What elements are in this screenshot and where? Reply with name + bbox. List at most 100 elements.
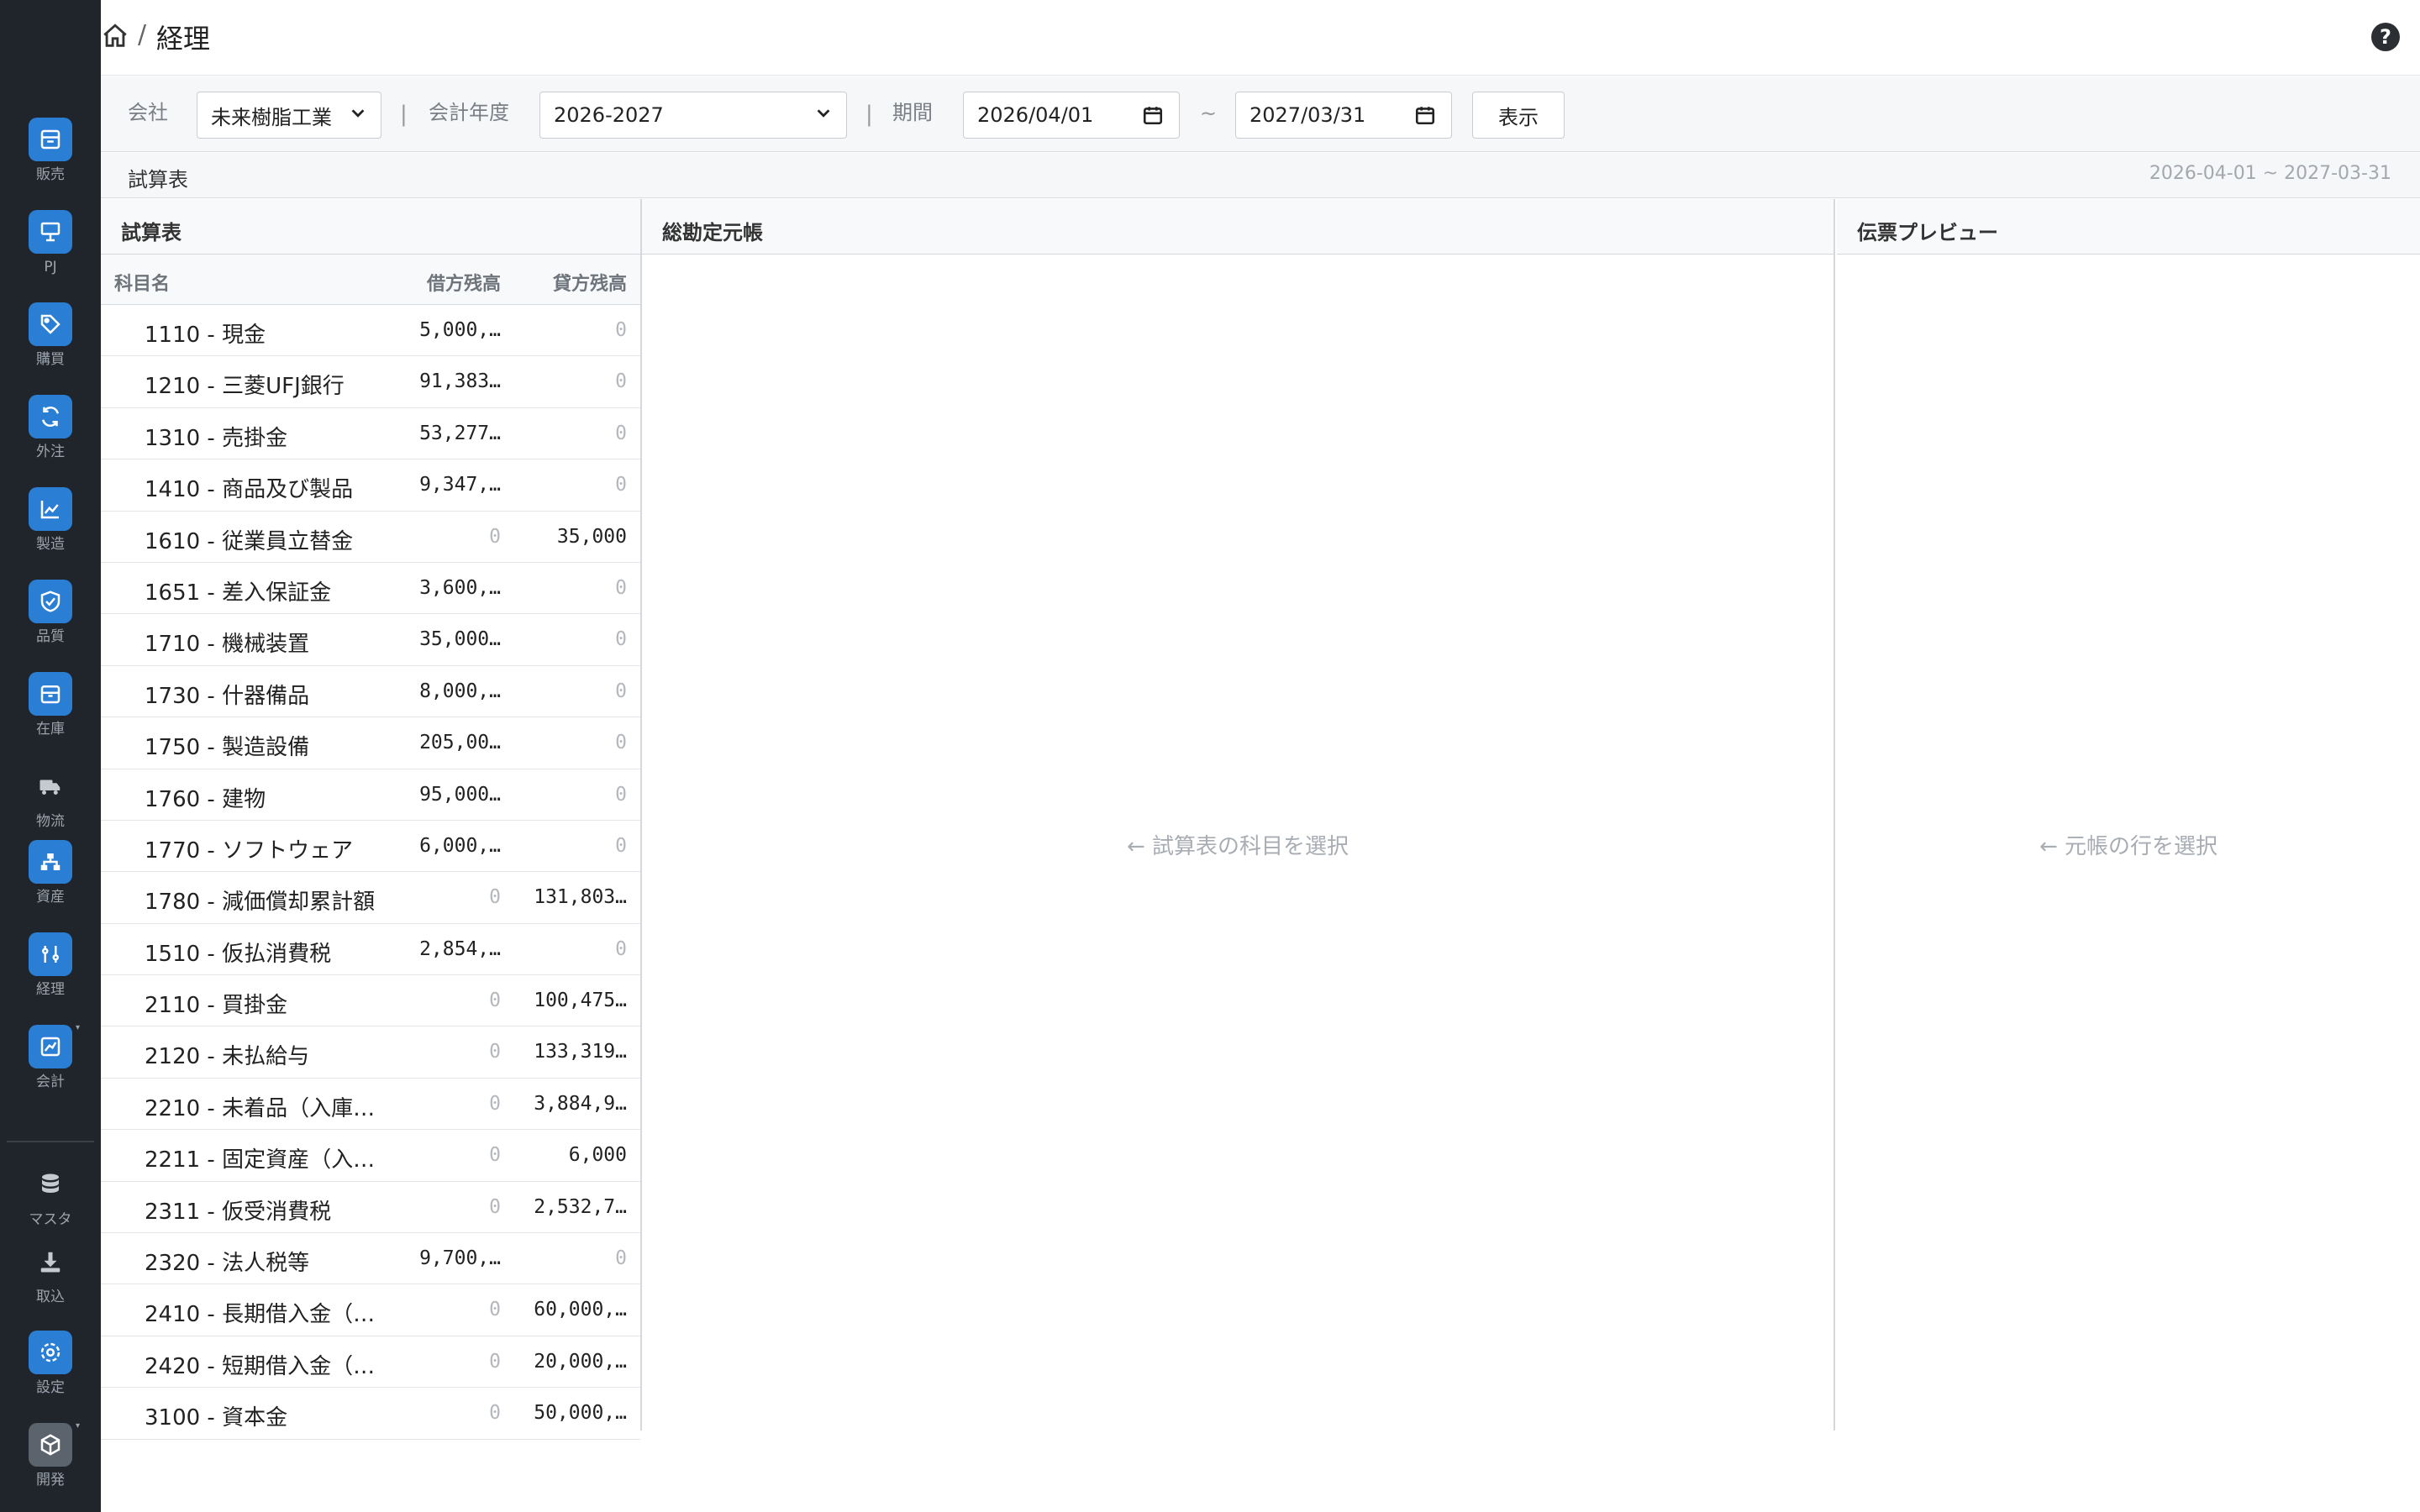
- table-row[interactable]: 3100 - 資本金 0 50,000,…: [101, 1388, 640, 1440]
- column-header-debit[interactable]: 借方残高: [427, 269, 501, 296]
- credit-balance: 2,532,7…: [534, 1195, 627, 1218]
- account-name: 1651 - 差入保証金: [145, 580, 332, 606]
- sidebar-item-inventory[interactable]: 在庫: [0, 672, 101, 756]
- table-row[interactable]: 1770 - ソフトウェア 6,000,… 0: [101, 821, 640, 873]
- sidebar-item-finance[interactable]: ▾ 会計: [0, 1023, 101, 1109]
- table-row[interactable]: 1651 - 差入保証金 3,600,… 0: [101, 563, 640, 615]
- date-to-input[interactable]: 2027/03/31: [1235, 92, 1452, 139]
- table-row[interactable]: 1730 - 什器備品 8,000,… 0: [101, 666, 640, 718]
- sidebar-item-outsourcing[interactable]: 外注: [0, 395, 101, 479]
- account-name: 1310 - 売掛金: [145, 425, 288, 451]
- fiscal-year-select-value: 2026-2027: [554, 103, 664, 127]
- sidebar-item-label: 開発: [36, 1472, 65, 1488]
- period-tilde: ~: [1200, 102, 1218, 125]
- sidebar-item-label: 販売: [36, 166, 65, 183]
- table-row[interactable]: 1310 - 売掛金 53,277… 0: [101, 408, 640, 460]
- table-row[interactable]: 1750 - 製造設備 205,00… 0: [101, 717, 640, 769]
- table-row[interactable]: 2420 - 短期借入金（… 0 20,000,…: [101, 1336, 640, 1389]
- company-select-value: 未来樹脂工業: [211, 105, 332, 129]
- table-row[interactable]: 2210 - 未着品（入庫… 0 3,884,9…: [101, 1079, 640, 1131]
- date-to-value: 2027/03/31: [1249, 103, 1366, 127]
- table-row[interactable]: 1760 - 建物 95,000… 0: [101, 769, 640, 821]
- account-name: 1760 - 建物: [145, 786, 266, 812]
- sidebar-item-logistics[interactable]: 物流: [0, 764, 101, 848]
- table-row[interactable]: 2110 - 買掛金 0 100,475…: [101, 975, 640, 1027]
- help-icon[interactable]: ?: [2371, 23, 2400, 51]
- sidebar-item-import[interactable]: 取込: [0, 1240, 101, 1324]
- refresh-icon: [29, 395, 72, 438]
- table-row[interactable]: 1510 - 仮払消費税 2,854,… 0: [101, 924, 640, 976]
- table-row[interactable]: 2410 - 長期借入金（… 0 60,000,…: [101, 1284, 640, 1336]
- table-row[interactable]: 2311 - 仮受消費税 0 2,532,7…: [101, 1182, 640, 1234]
- table-row[interactable]: 1780 - 減価償却累計額 0 131,803…: [101, 872, 640, 924]
- sidebar-item-master[interactable]: マスタ: [0, 1163, 101, 1247]
- credit-balance: 6,000: [568, 1144, 627, 1167]
- credit-balance: 0: [615, 576, 627, 599]
- sidebar-item-pj[interactable]: PJ: [0, 210, 101, 294]
- help-glyph: ?: [2380, 25, 2391, 49]
- sidebar-item-sales[interactable]: 販売: [0, 118, 101, 202]
- home-icon[interactable]: [101, 22, 129, 50]
- table-row[interactable]: 1110 - 現金 5,000,… 0: [101, 305, 640, 357]
- account-name: 1780 - 減価償却累計額: [145, 890, 376, 916]
- show-button[interactable]: 表示: [1472, 92, 1565, 139]
- sidebar-item-settings[interactable]: 設定: [0, 1331, 101, 1415]
- fiscal-year-label: 会計年度: [429, 101, 509, 124]
- sidebar-item-label: 会計: [36, 1074, 65, 1090]
- sidebar-item-assets[interactable]: 資産: [0, 840, 101, 924]
- table-row[interactable]: 1410 - 商品及び製品 9,347,… 0: [101, 459, 640, 512]
- table-row[interactable]: 2320 - 法人税等 9,700,… 0: [101, 1233, 640, 1285]
- trial-balance-rows: 1110 - 現金 5,000,… 0 1210 - 三菱UFJ銀行 91,383… 0 1…: [101, 305, 640, 1440]
- debit-balance: 2,854,…: [419, 937, 501, 960]
- sidebar-item-label: 外注: [36, 444, 65, 460]
- sidebar-item-purchase[interactable]: 購買: [0, 302, 101, 386]
- credit-balance: 35,000: [556, 525, 627, 548]
- debit-balance: 0: [489, 886, 501, 909]
- table-row[interactable]: 1210 - 三菱UFJ銀行 91,383… 0: [101, 356, 640, 408]
- account-name: 2420 - 短期借入金（…: [145, 1353, 376, 1379]
- column-header-credit[interactable]: 貸方残高: [553, 269, 627, 296]
- sidebar-item-label: マスタ: [29, 1211, 72, 1228]
- period-range: 2026-04-01 ~ 2027-03-31: [2149, 163, 2391, 184]
- voucher-preview-panel: 伝票プレビュー ← 元帳の行を選択: [1837, 199, 2420, 1431]
- table-row[interactable]: 2120 - 未払給与 0 133,319…: [101, 1026, 640, 1079]
- presentation-icon: [29, 210, 72, 254]
- date-from-input[interactable]: 2026/04/01: [963, 92, 1180, 139]
- sidebar-item-label: 設定: [36, 1379, 65, 1396]
- sidebar-item-label: 資産: [36, 889, 65, 906]
- sidebar-item-manufacturing[interactable]: 製造: [0, 487, 101, 571]
- page-title: 経理: [156, 23, 211, 55]
- filter-bar: 会社 未来樹脂工業 | 会計年度 2026-2027 | 期間 2026/04/…: [101, 76, 2420, 152]
- account-name: 1750 - 製造設備: [145, 735, 310, 761]
- fiscal-year-select[interactable]: 2026-2027: [539, 92, 847, 139]
- debit-balance: 0: [489, 1402, 501, 1425]
- company-label: 会社: [128, 101, 168, 124]
- calendar-icon[interactable]: [1142, 104, 1164, 126]
- account-name: 1410 - 商品及び製品: [145, 477, 354, 503]
- credit-balance: 20,000,…: [534, 1350, 627, 1373]
- sliders-icon: [29, 932, 72, 976]
- table-row[interactable]: 2211 - 固定資産（入… 0 6,000: [101, 1130, 640, 1182]
- debit-balance: 0: [489, 1299, 501, 1321]
- general-ledger-title: 総勘定元帳: [642, 199, 1833, 255]
- calendar-icon[interactable]: [1414, 104, 1436, 126]
- column-header-name[interactable]: 科目名: [114, 269, 170, 296]
- section-bar: 試算表 2026-04-01 ~ 2027-03-31: [101, 153, 2420, 198]
- account-name: 1510 - 仮払消費税: [145, 941, 332, 967]
- cube-icon: [29, 1423, 72, 1467]
- sidebar-item-accounting[interactable]: 経理: [0, 932, 101, 1016]
- debit-balance: 0: [489, 525, 501, 548]
- gear-icon: [29, 1331, 72, 1374]
- table-row[interactable]: 1710 - 機械装置 35,000… 0: [101, 614, 640, 666]
- credit-balance: 0: [615, 680, 627, 702]
- header: / 経理 ?: [101, 0, 2420, 76]
- debit-balance: 8,000,…: [419, 680, 501, 702]
- general-ledger-panel: 総勘定元帳 ← 試算表の科目を選択: [642, 199, 1835, 1431]
- filter-separator: |: [400, 102, 408, 127]
- debit-balance: 0: [489, 1350, 501, 1373]
- debit-balance: 53,277…: [419, 422, 501, 444]
- sidebar-item-quality[interactable]: 品質: [0, 580, 101, 664]
- sidebar-item-dev[interactable]: ▾ 開発: [0, 1421, 101, 1507]
- company-select[interactable]: 未来樹脂工業: [197, 92, 381, 139]
- table-row[interactable]: 1610 - 従業員立替金 0 35,000: [101, 512, 640, 563]
